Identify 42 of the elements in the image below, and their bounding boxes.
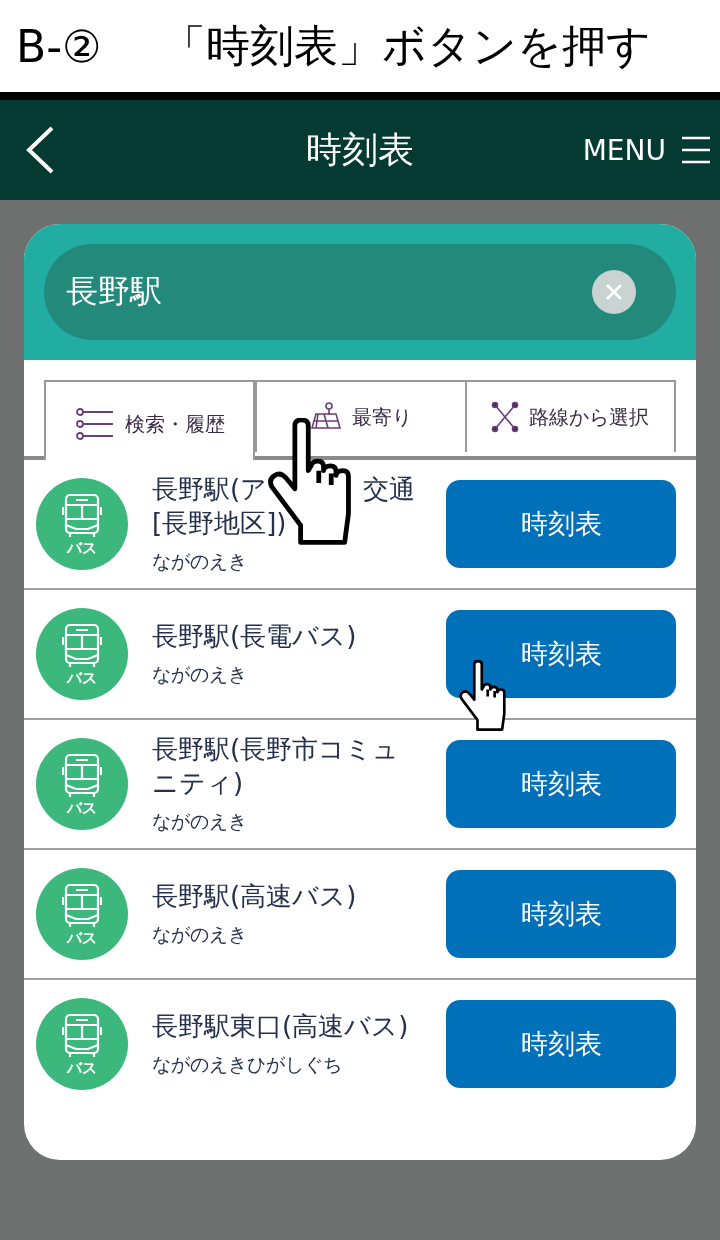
badge-label: バス (67, 1060, 97, 1076)
badge-label: バス (67, 800, 97, 816)
badge-label: バス (67, 930, 97, 946)
menu-icon (680, 136, 712, 164)
stop-reading: ながのえきひがしぐち (152, 1051, 343, 1077)
timetable-button[interactable]: 時刻表 (446, 480, 676, 568)
stop-name: 長野駅(高速バス) (152, 880, 357, 914)
bus-icon (62, 752, 102, 799)
timetable-button[interactable]: 時刻表 (446, 740, 676, 828)
stop-reading: ながのえき (152, 808, 248, 834)
search-field[interactable]: 長野駅 (44, 244, 676, 340)
bus-icon (62, 492, 102, 539)
clear-icon[interactable] (592, 270, 636, 314)
timetable-button[interactable]: 時刻表 (446, 1000, 676, 1088)
tab[interactable]: 路線から選択 (466, 380, 676, 452)
screen-title: 時刻表 (306, 127, 414, 172)
timetable-button[interactable]: 時刻表 (446, 610, 676, 698)
list-icon (74, 407, 115, 441)
stop-name: 交通 (363, 473, 416, 507)
back-icon[interactable] (24, 125, 56, 175)
badge-label: バス (67, 670, 97, 686)
stop-reading: ながのえき (152, 661, 248, 687)
stop-name: ニティ) (152, 767, 244, 800)
tab[interactable]: 最寄り (255, 380, 467, 452)
route-icon (491, 401, 520, 433)
step-number: B-② (16, 20, 102, 72)
badge-label: バス (67, 540, 97, 556)
stop-reading: ながのえき (152, 921, 248, 947)
stop-name: [長野地区]) (152, 507, 287, 540)
stop-name: 長野駅(ア (152, 473, 268, 507)
instruction-text: 「時刻表」ボタンを押す (161, 18, 651, 73)
bus-icon (62, 622, 102, 669)
stop-reading: ながのえき (152, 548, 248, 574)
map-pin-icon (310, 402, 342, 432)
menu-button[interactable]: MENU (582, 133, 712, 167)
bus-icon (62, 882, 102, 929)
stop-name: 長野駅(長野市コミュ (152, 733, 400, 767)
timetable-button[interactable]: 時刻表 (446, 870, 676, 958)
bus-icon (62, 1012, 102, 1059)
tab[interactable]: 検索・履歴 (44, 380, 256, 460)
stop-name: 長野駅(長電バス) (152, 620, 357, 654)
stop-name: 長野駅東口(高速バス) (152, 1010, 409, 1044)
